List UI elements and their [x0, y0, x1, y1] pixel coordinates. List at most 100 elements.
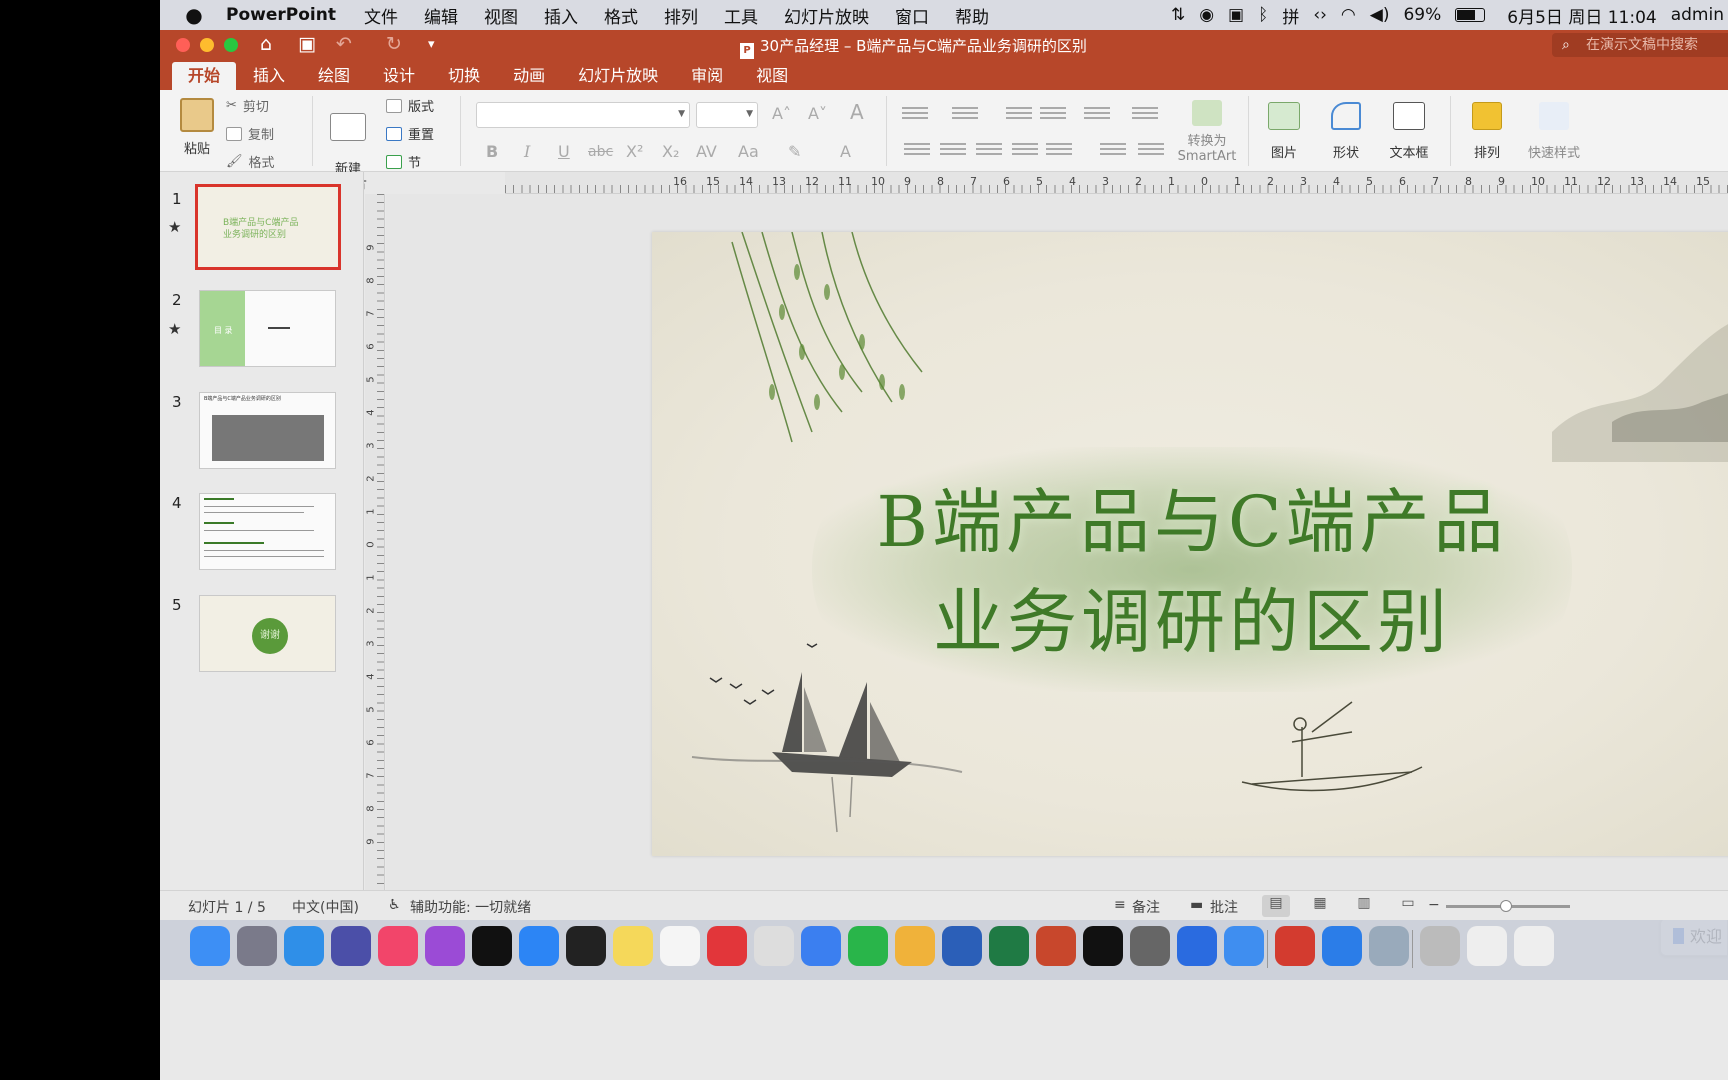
word-icon[interactable] — [942, 926, 982, 966]
distributed-icon[interactable] — [1046, 140, 1072, 160]
xcode-icon[interactable] — [1177, 926, 1217, 966]
launchpad-icon[interactable] — [237, 926, 277, 966]
menu-format[interactable]: 格式 — [604, 3, 638, 28]
comments-button[interactable]: 批注 — [1210, 897, 1238, 917]
help-icon[interactable] — [1420, 926, 1460, 966]
slide-thumbnail-4[interactable] — [199, 493, 336, 570]
pdf-icon[interactable] — [1275, 926, 1315, 966]
tab-design[interactable]: 设计 — [367, 62, 431, 90]
arrange-button[interactable]: 排列 — [1460, 102, 1514, 161]
customize-toolbar-icon[interactable]: ▾ — [428, 37, 435, 52]
numbering-icon[interactable] — [952, 104, 978, 124]
datetime[interactable]: 6月5日 周日 11:04 — [1507, 3, 1656, 28]
appletv-icon[interactable] — [472, 926, 512, 966]
section-button[interactable]: 节 — [386, 152, 421, 171]
input-method-icon[interactable]: 拼 — [1282, 3, 1299, 28]
horizontal-ruler[interactable]: 16 15 14 13 12 11 10 9 8 7 6 5 4 3 2 1 0 1 2 3 4 5 6 7 8 9 10 11 12 1… — [505, 172, 1728, 194]
slide-1[interactable]: B端产品与C端产品 业务调研的区别 — [652, 232, 1728, 856]
slide-thumbnail-3[interactable]: B端产品与C端产品业务调研的区别 — [199, 392, 336, 469]
window-icon[interactable] — [1467, 926, 1507, 966]
align-left-icon[interactable] — [904, 140, 930, 160]
tab-view[interactable]: 视图 — [740, 62, 804, 90]
format-painter-button[interactable]: 🖌 格式 — [226, 152, 275, 171]
qq-icon[interactable] — [660, 926, 700, 966]
chrome-icon[interactable] — [754, 926, 794, 966]
align-text-icon[interactable] — [1138, 140, 1164, 160]
teams-icon[interactable] — [331, 926, 371, 966]
xmind-icon[interactable] — [707, 926, 747, 966]
capcut-icon[interactable] — [1083, 926, 1123, 966]
font-color-icon[interactable]: A — [840, 142, 851, 161]
undo-icon[interactable]: ↶ — [336, 33, 352, 55]
justify-icon[interactable] — [1012, 140, 1038, 160]
tab-animations[interactable]: 动画 — [497, 62, 561, 90]
tab-draw[interactable]: 绘图 — [302, 62, 366, 90]
notes-icon[interactable] — [613, 926, 653, 966]
shape-button[interactable]: 形状 — [1322, 102, 1370, 161]
quick-styles-button[interactable]: 快速样式 — [1524, 102, 1584, 161]
bluetooth-icon[interactable]: ᛒ — [1258, 5, 1268, 25]
textbox-button[interactable]: 文本框 — [1382, 102, 1436, 161]
music-icon[interactable] — [378, 926, 418, 966]
align-center-icon[interactable] — [940, 140, 966, 160]
cloud-icon[interactable] — [1322, 926, 1362, 966]
slide-thumbnail-1[interactable]: B端产品与C端产品 业务调研的区别 — [195, 184, 341, 270]
subscript-button[interactable]: X₂ — [662, 142, 679, 161]
menu-edit[interactable]: 编辑 — [424, 3, 458, 28]
slideshow-view-icon[interactable]: ▭ — [1394, 895, 1422, 917]
vertical-ruler[interactable]: 9 8 7 6 5 4 3 2 1 0 1 2 3 4 5 6 7 8 9 — [365, 194, 385, 890]
align-right-icon[interactable] — [976, 140, 1002, 160]
decrease-font-icon[interactable]: A˅ — [808, 104, 827, 123]
zoom-out-icon[interactable]: − — [1428, 897, 1440, 913]
highlight-icon[interactable]: ✎ — [788, 142, 801, 161]
sync-icon[interactable]: ⇅ — [1171, 5, 1185, 25]
columns-icon[interactable] — [1132, 104, 1158, 124]
edit-icon[interactable] — [801, 926, 841, 966]
text-direction-icon[interactable] — [1100, 140, 1126, 160]
bold-button[interactable]: B — [486, 142, 498, 161]
safari-icon[interactable] — [284, 926, 324, 966]
feishu-icon[interactable] — [1224, 926, 1264, 966]
increase-font-icon[interactable]: A˄ — [772, 104, 791, 123]
slide-canvas[interactable]: B端产品与C端产品 业务调研的区别 欢迎 — [386, 194, 1728, 956]
slide-title[interactable]: B端产品与C端产品 业务调研的区别 — [832, 472, 1552, 672]
change-case-icon[interactable]: Aa — [738, 142, 759, 161]
alert-icon[interactable]: ▣ — [1228, 5, 1244, 25]
wechat-icon[interactable] — [848, 926, 888, 966]
slide-sorter-icon[interactable]: ▦ — [1306, 895, 1334, 917]
close-window-button[interactable] — [176, 38, 190, 52]
save-icon[interactable]: ▣ — [298, 33, 316, 55]
zoom-slider[interactable] — [1446, 900, 1570, 912]
comment-icon[interactable]: ▬ — [1190, 897, 1203, 913]
strikethrough-button[interactable]: abc — [588, 144, 613, 160]
menu-help[interactable]: 帮助 — [955, 3, 989, 28]
menu-arrange[interactable]: 排列 — [664, 3, 698, 28]
accessibility-status[interactable]: 辅助功能: 一切就绪 — [410, 897, 531, 917]
font-size-combo[interactable]: ▼ — [696, 102, 758, 128]
menu-file[interactable]: 文件 — [364, 3, 398, 28]
bullets-icon[interactable] — [902, 104, 928, 124]
zoom-window-button[interactable] — [224, 38, 238, 52]
photos-icon[interactable] — [895, 926, 935, 966]
tab-insert[interactable]: 插入 — [237, 62, 301, 90]
paste-button[interactable]: 粘贴 — [172, 98, 222, 157]
app-menu[interactable]: PowerPoint — [226, 5, 336, 25]
volume-icon[interactable]: ◀) — [1370, 5, 1390, 25]
terminal-icon[interactable] — [566, 926, 606, 966]
menu-insert[interactable]: 插入 — [544, 3, 578, 28]
font-name-combo[interactable]: ▼ — [476, 102, 690, 128]
clear-format-icon[interactable]: A — [850, 100, 864, 124]
notes-button[interactable]: 备注 — [1132, 897, 1160, 917]
search-box[interactable]: ⌕ 在演示文稿中搜索 — [1552, 33, 1728, 57]
tab-slideshow[interactable]: 幻灯片放映 — [562, 62, 674, 90]
tab-review[interactable]: 审阅 — [675, 62, 739, 90]
apple-menu-icon[interactable]: ● — [182, 3, 206, 27]
superscript-button[interactable]: X² — [626, 142, 643, 161]
finder-icon[interactable] — [190, 926, 230, 966]
italic-button[interactable]: I — [524, 142, 530, 161]
menu-slideshow[interactable]: 幻灯片放映 — [784, 3, 869, 28]
record-icon[interactable]: ◉ — [1199, 5, 1214, 25]
picture-button[interactable]: 图片 — [1260, 102, 1308, 161]
accessibility-icon[interactable]: ♿ — [388, 897, 401, 913]
preview-icon[interactable] — [1369, 926, 1409, 966]
